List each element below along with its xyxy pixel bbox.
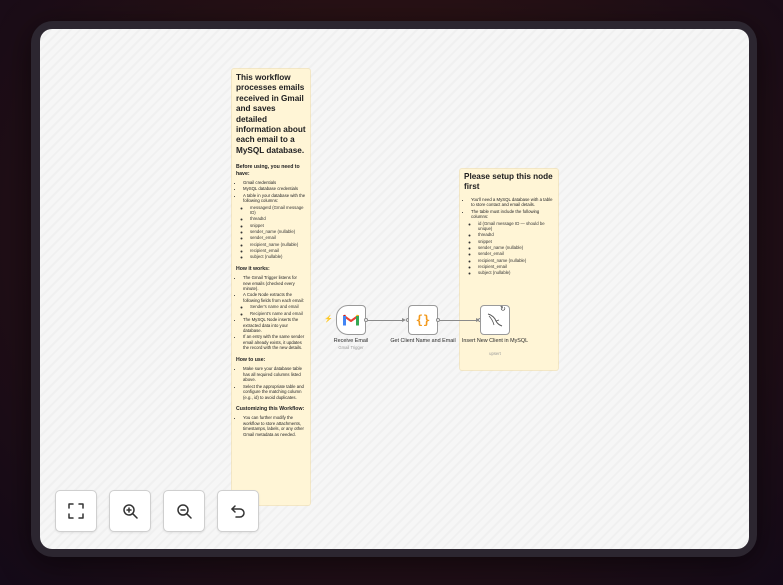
connection-line[interactable]: [440, 320, 477, 321]
zoom-out-button[interactable]: [163, 490, 205, 532]
list-item: snippet: [478, 239, 554, 245]
how-to-use-heading: How to use:: [236, 356, 266, 363]
list-item: Make sure your database table has all re…: [243, 366, 306, 383]
list-item: sender_name (nullable): [250, 229, 306, 235]
sticky-note-workflow-info[interactable]: This workflow processes emails received …: [232, 69, 310, 505]
setup-list: You'll need a MySQL database with a tabl…: [464, 197, 554, 276]
list-item: recipient_name (nullable): [478, 258, 554, 264]
columns-list: id (Gmail message ID — should be unique)…: [471, 221, 554, 276]
upsert-action-icon: ↻: [500, 306, 506, 313]
gmail-icon: [343, 314, 359, 326]
mysql-dolphin-icon: [487, 313, 503, 327]
fit-view-button[interactable]: [55, 490, 97, 532]
list-item: Select the appropriate table and configu…: [243, 384, 306, 401]
fit-view-icon: [68, 503, 84, 519]
reset-zoom-button[interactable]: [217, 490, 259, 532]
sticky-note-title: Please setup this node first: [464, 172, 553, 192]
list-item: The MySQL Node inserts the extracted dat…: [243, 317, 306, 334]
list-item: recipient_name (nullable): [250, 242, 306, 248]
node-get-client-name[interactable]: {}: [408, 305, 438, 335]
list-item: The table must include the following col…: [471, 209, 554, 276]
list-item: threadId: [478, 232, 554, 238]
list-item: sender_email: [478, 251, 554, 257]
requirements-list: Gmail credentials MySQL database credent…: [236, 180, 306, 260]
node-subtitle: Gmail Trigger: [338, 345, 364, 350]
list-item: If an entry with the same sender email a…: [243, 334, 306, 351]
list-item: sender_email: [250, 235, 306, 241]
list-item: You can further modify the workflow to s…: [243, 415, 306, 437]
list-item: snippet: [250, 223, 306, 229]
trigger-bolt-icon: ⚡: [324, 316, 333, 323]
workflow-canvas[interactable]: This workflow processes emails received …: [40, 29, 749, 549]
list-item: A table in your database with the follow…: [243, 193, 306, 260]
columns-list: messageId (Gmail message ID) threadId sn…: [243, 205, 306, 260]
customizing-list: You can further modify the workflow to s…: [236, 415, 306, 437]
list-item: Gmail credentials: [243, 180, 306, 186]
node-label: Get Client Name and Email: [390, 338, 456, 344]
list-item: threadId: [250, 216, 306, 222]
list-item: subject (nullable): [250, 254, 306, 260]
node-receive-email[interactable]: [336, 305, 366, 335]
list-item: sender_name (nullable): [478, 245, 554, 251]
list-item: MySQL database credentials: [243, 186, 306, 192]
list-item: Recipient's name and email: [250, 311, 306, 317]
code-braces-icon: {}: [415, 313, 431, 327]
list-item: messageId (Gmail message ID): [250, 205, 306, 216]
list-item: Sender's name and email: [250, 304, 306, 310]
how-it-works-heading: How it works:: [236, 265, 270, 272]
node-label: Insert New Client in MySQL: [461, 338, 529, 344]
how-to-use-list: Make sure your database table has all re…: [236, 366, 306, 400]
list-item: The Gmail Trigger listens for new emails…: [243, 275, 306, 292]
list-item-text: The table must include the following col…: [471, 208, 540, 220]
zoom-in-icon: [123, 504, 138, 519]
list-item-text: A table in your database with the follow…: [243, 192, 306, 204]
zoom-out-icon: [177, 504, 192, 519]
connection-line[interactable]: [368, 320, 403, 321]
list-item: You'll need a MySQL database with a tabl…: [471, 197, 554, 208]
how-it-works-list: The Gmail Trigger listens for new emails…: [236, 275, 306, 351]
list-item: subject (nullable): [478, 270, 554, 276]
node-subtitle: upsert: [489, 351, 501, 356]
list-item-text: A Code Node extracts the following field…: [243, 292, 304, 303]
sticky-note-title: This workflow processes emails received …: [236, 73, 306, 155]
list-item: A Code Node extracts the following field…: [243, 292, 306, 316]
list-item: recipient_email: [478, 264, 554, 270]
list-item: id (Gmail message ID — should be unique): [478, 221, 554, 232]
reset-zoom-icon: [231, 505, 245, 518]
extracted-fields-list: Sender's name and email Recipient's name…: [243, 304, 306, 316]
list-item: recipient_email: [250, 248, 306, 254]
before-heading: Before using, you need to have:: [236, 164, 300, 177]
node-label: Receive Email: [333, 338, 369, 344]
zoom-in-button[interactable]: [109, 490, 151, 532]
customizing-heading: Customizing this Workflow:: [236, 406, 305, 413]
